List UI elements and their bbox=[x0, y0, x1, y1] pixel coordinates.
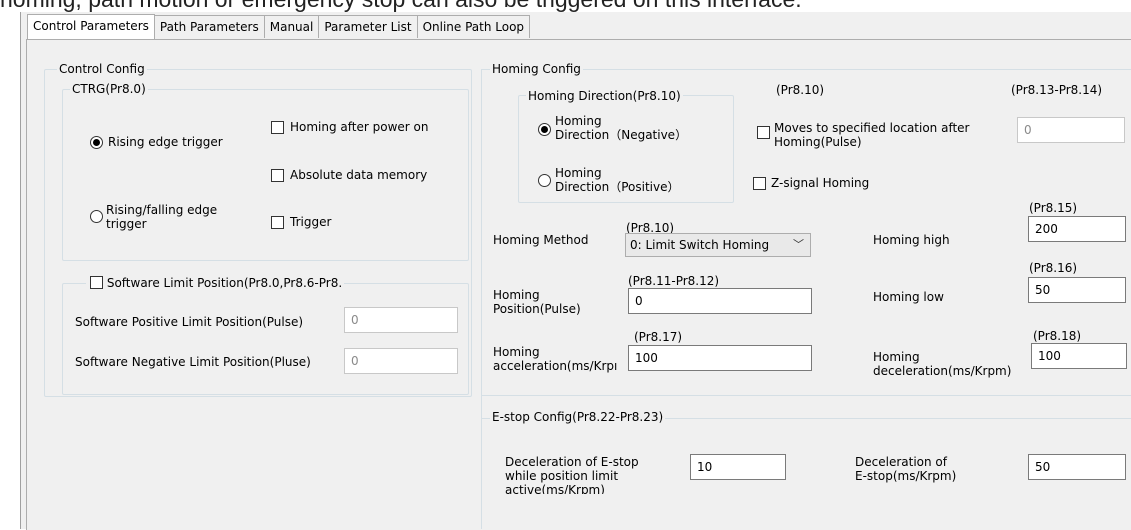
homing-config-title: Homing Config bbox=[490, 62, 583, 76]
moves-to-location-label-1: Moves to specified location after bbox=[774, 121, 970, 135]
estop-limit-input[interactable]: 10 bbox=[690, 454, 786, 480]
pos-limit-input[interactable]: 0 bbox=[344, 307, 458, 333]
trigger-checkbox[interactable] bbox=[271, 216, 284, 229]
tab-online-path-loop[interactable]: Online Path Loop bbox=[416, 15, 531, 38]
right-area-divider bbox=[481, 69, 482, 529]
homing-method-label: Homing Method bbox=[493, 233, 589, 247]
homing-position-label-2: Position(Pulse) bbox=[493, 302, 581, 316]
moves-to-location-label-2: Homing(Pulse) bbox=[774, 135, 862, 149]
rising-falling-label-2: trigger bbox=[106, 217, 147, 231]
homing-decel-pr: (Pr8.18) bbox=[1033, 329, 1082, 343]
z-signal-checkbox[interactable] bbox=[753, 177, 766, 190]
control-config-title: Control Config bbox=[57, 62, 147, 76]
estop-config-title: E-stop Config(Pr8.22-Pr8.23) bbox=[490, 410, 666, 424]
homing-method-select[interactable]: 0: Limit Switch Homing ﹀ bbox=[625, 233, 811, 257]
tab-control-parameters[interactable]: Control Parameters bbox=[27, 14, 155, 39]
neg-limit-label: Software Negative Limit Position(Pluse) bbox=[75, 355, 311, 369]
homing-low-pr: (Pr8.16) bbox=[1029, 261, 1078, 275]
moves-to-location-input[interactable]: 0 bbox=[1017, 117, 1125, 143]
homing-after-power-checkbox[interactable] bbox=[271, 121, 284, 134]
tab-path-parameters[interactable]: Path Parameters bbox=[153, 15, 265, 38]
tab-strip: Control Parameters Path Parameters Manua… bbox=[27, 14, 531, 39]
tab-parameter-list[interactable]: Parameter List bbox=[318, 15, 418, 38]
moves-to-location-checkbox[interactable] bbox=[757, 126, 770, 139]
direction-negative-radio[interactable] bbox=[538, 123, 551, 136]
homing-decel-label-1: Homing bbox=[873, 350, 920, 364]
software-limit-legend: Software Limit Position(Pr8.0,Pr8.6-Pr8. bbox=[86, 276, 345, 290]
homing-config-bottom-border bbox=[481, 395, 1131, 396]
pr813-label: (Pr8.13-Pr8.14) bbox=[1011, 83, 1103, 97]
rising-falling-radio[interactable] bbox=[90, 210, 103, 223]
estop-limit-label-3: active(ms/Krpm) bbox=[505, 483, 605, 494]
homing-high-input[interactable]: 200 bbox=[1028, 216, 1126, 242]
chevron-down-icon: ﹀ bbox=[793, 238, 804, 251]
homing-high-pr: (Pr8.15) bbox=[1029, 201, 1078, 215]
direction-negative-label-2: Direction（Negative） bbox=[555, 128, 688, 142]
homing-position-label-1: Homing bbox=[493, 288, 540, 302]
software-limit-label: Software Limit Position(Pr8.0,Pr8.6-Pr8. bbox=[106, 276, 343, 290]
homing-method-value: 0: Limit Switch Homing bbox=[630, 238, 770, 252]
estop-decel-label-2: E-stop(ms/Krpm) bbox=[855, 469, 957, 483]
pos-limit-label: Software Positive Limit Position(Pulse) bbox=[75, 315, 304, 329]
trigger-label: Trigger bbox=[290, 215, 332, 229]
homing-accel-label-2: acceleration(ms/Krpı bbox=[493, 359, 618, 373]
rising-falling-label-1: Rising/falling edge bbox=[106, 203, 218, 217]
tab-manual[interactable]: Manual bbox=[263, 15, 320, 38]
software-limit-group bbox=[62, 283, 469, 395]
homing-accel-label-1: Homing bbox=[493, 345, 540, 359]
rising-edge-label: Rising edge trigger bbox=[108, 135, 223, 149]
homing-decel-input[interactable]: 100 bbox=[1031, 343, 1127, 369]
estop-decel-input[interactable]: 50 bbox=[1028, 454, 1126, 480]
ctrg-title: CTRG(Pr8.0) bbox=[70, 82, 148, 96]
estop-decel-label-1: Deceleration of bbox=[855, 455, 947, 469]
homing-direction-title: Homing Direction(Pr8.10) bbox=[526, 89, 683, 103]
homing-accel-input[interactable]: 100 bbox=[628, 345, 812, 371]
direction-positive-radio[interactable] bbox=[538, 174, 551, 187]
absolute-memory-label: Absolute data memory bbox=[290, 168, 428, 182]
absolute-memory-checkbox[interactable] bbox=[271, 169, 284, 182]
estop-limit-label-1: Deceleration of E-stop bbox=[505, 455, 639, 469]
direction-positive-label-1: Homing bbox=[555, 166, 602, 180]
software-limit-checkbox[interactable] bbox=[90, 276, 103, 289]
pr810-label: (Pr8.10) bbox=[776, 83, 825, 97]
z-signal-label: Z-signal Homing bbox=[771, 176, 870, 190]
neg-limit-input[interactable]: 0 bbox=[344, 348, 458, 374]
rising-edge-radio[interactable] bbox=[90, 136, 103, 149]
homing-position-pr: (Pr8.11-Pr8.12) bbox=[628, 274, 720, 288]
homing-after-power-label: Homing after power on bbox=[290, 120, 429, 134]
homing-accel-pr: (Pr8.17) bbox=[634, 330, 683, 344]
homing-high-label: Homing high bbox=[873, 233, 950, 247]
homing-low-label: Homing low bbox=[873, 290, 944, 304]
homing-low-input[interactable]: 50 bbox=[1028, 277, 1126, 303]
direction-positive-label-2: Direction（Positive） bbox=[555, 180, 680, 194]
homing-position-input[interactable]: 0 bbox=[628, 288, 812, 314]
homing-decel-label-2: deceleration(ms/Krpm) bbox=[873, 364, 1012, 378]
direction-negative-label-1: Homing bbox=[555, 114, 602, 128]
estop-limit-label-2: while position limit bbox=[505, 469, 619, 483]
